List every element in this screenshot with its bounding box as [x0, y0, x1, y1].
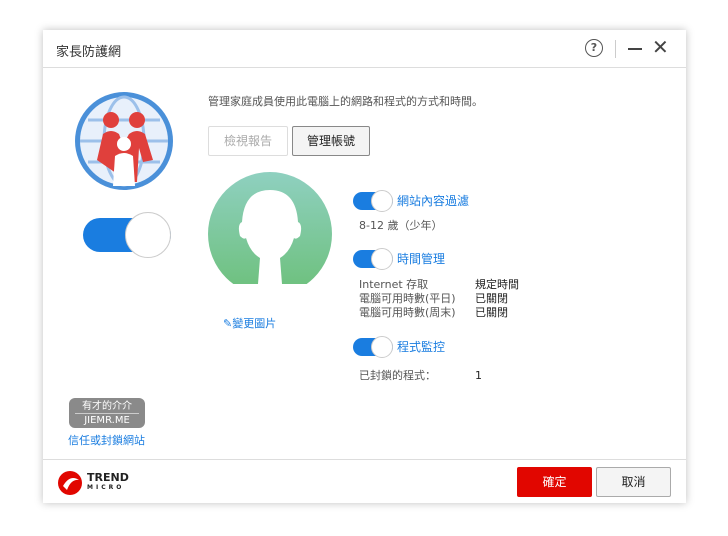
- detail-value: 規定時間: [475, 278, 519, 291]
- change-picture-link[interactable]: ✎變更圖片: [223, 315, 276, 331]
- parental-controls-toggle[interactable]: [83, 212, 171, 258]
- title-bar: 家長防護網 ? ✕: [43, 30, 686, 68]
- trust-block-sites-link[interactable]: 信任或封鎖網站: [68, 432, 145, 448]
- window-title: 家長防護網: [56, 45, 122, 60]
- program-monitor-toggle[interactable]: [353, 336, 393, 358]
- divider: [615, 40, 616, 58]
- description: 管理家庭成員使用此電腦上的網路和程式的方式和時間。: [208, 95, 483, 108]
- divider: [43, 459, 686, 460]
- parental-globe-icon: [75, 92, 173, 190]
- detail-value: 1: [475, 369, 482, 382]
- detail-key: 電腦可用時數(周末): [359, 306, 456, 319]
- question-icon[interactable]: ?: [585, 39, 603, 57]
- view-report-button[interactable]: 檢視報告: [208, 126, 288, 156]
- program-monitor-label[interactable]: 程式監控: [397, 338, 445, 355]
- minimize-icon[interactable]: [628, 48, 642, 50]
- time-management-toggle[interactable]: [353, 248, 393, 270]
- trend-micro-logo: TREND MICRO: [57, 470, 129, 496]
- web-filter-toggle[interactable]: [353, 190, 393, 212]
- watermark: 有才的介介 JIEMR.ME: [69, 398, 145, 428]
- blocked-programs: 已封鎖的程式： 1: [359, 364, 482, 383]
- web-filter-label[interactable]: 網站內容過濾: [397, 192, 469, 209]
- parental-controls-window: 家長防護網 ? ✕ 管理家庭成員使用此電腦上的網路和程式的方式和時間。 檢視報告…: [43, 30, 686, 503]
- time-details: Internet 存取 規定時間 電腦可用時數(平日) 已關閉 電腦可用時數(周末)…: [359, 277, 519, 319]
- trend-micro-icon: [58, 471, 82, 495]
- profile-avatar[interactable]: [208, 172, 332, 284]
- web-filter-value: 8-12 歲（少年）: [359, 219, 443, 232]
- ok-button[interactable]: 確定: [517, 467, 592, 497]
- cancel-button[interactable]: 取消: [596, 467, 671, 497]
- detail-value: 已關閉: [475, 292, 508, 305]
- detail-key: Internet 存取: [359, 278, 429, 291]
- pencil-icon: ✎: [223, 317, 233, 330]
- time-management-label[interactable]: 時間管理: [397, 250, 445, 267]
- close-icon[interactable]: ✕: [652, 37, 669, 57]
- detail-key: 已封鎖的程式：: [359, 369, 436, 382]
- detail-key: 電腦可用時數(平日): [359, 292, 456, 305]
- detail-value: 已關閉: [475, 306, 508, 319]
- manage-accounts-button[interactable]: 管理帳號: [292, 126, 370, 156]
